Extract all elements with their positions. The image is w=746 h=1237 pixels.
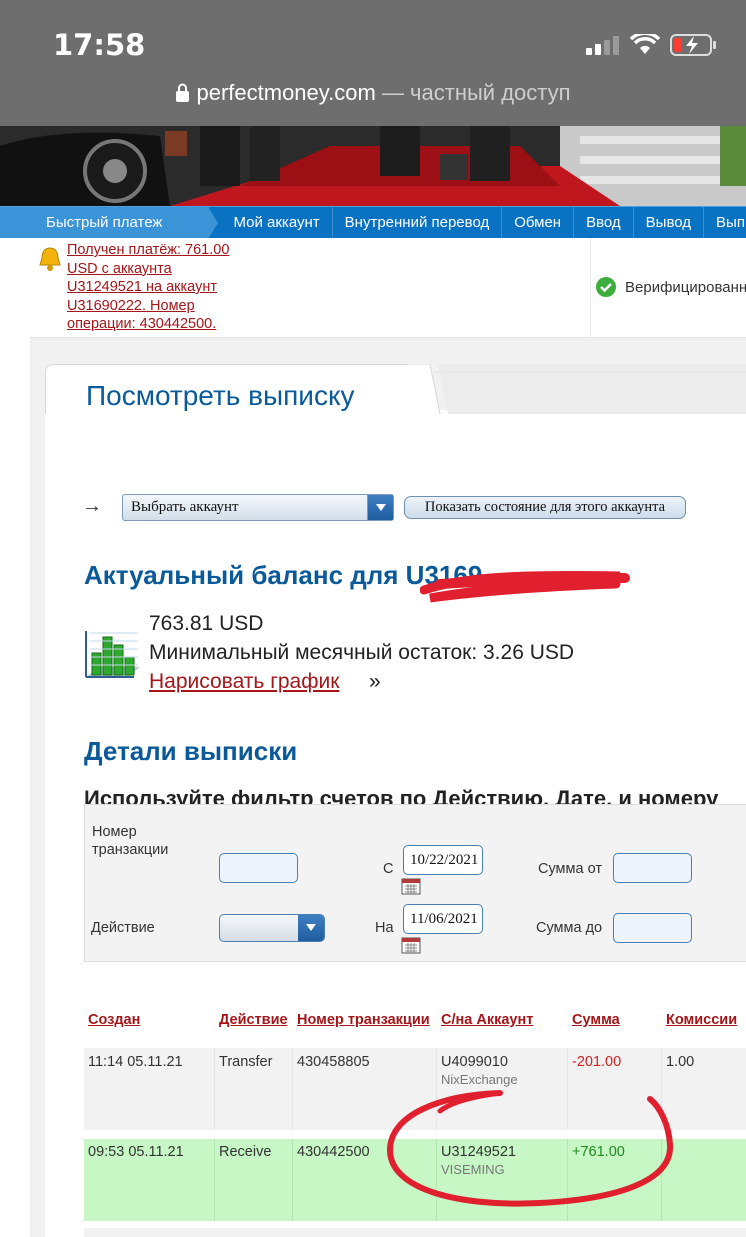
show-account-state-button[interactable]: Показать состояние для этого аккаунта bbox=[404, 496, 686, 519]
statement-details-title: Детали выписки bbox=[84, 736, 298, 766]
address-bar[interactable]: perfectmoney.com — частный доступ bbox=[0, 80, 746, 106]
row-created: 11:14 05.11.21 bbox=[88, 1054, 183, 1070]
table-row bbox=[84, 1228, 746, 1237]
row-tx-number: 430442500 bbox=[297, 1144, 370, 1160]
column-divider bbox=[214, 1048, 215, 1130]
draw-chart-link[interactable]: Нарисовать график bbox=[149, 670, 339, 694]
column-header-tx-number[interactable]: Номер транзакции bbox=[297, 1012, 430, 1028]
calendar-icon[interactable] bbox=[401, 877, 421, 895]
date-to-input[interactable]: 11/06/2021 bbox=[403, 904, 483, 934]
amount-from-label: Сумма от bbox=[538, 861, 602, 877]
menu-item-my-account[interactable]: Мой аккаунт bbox=[209, 207, 333, 238]
address-domain: perfectmoney.com bbox=[196, 80, 376, 105]
menu-item-quick-payment[interactable]: Быстрый платеж bbox=[0, 207, 219, 238]
action-select[interactable] bbox=[219, 914, 325, 942]
date-from-label: С bbox=[383, 861, 394, 877]
column-divider bbox=[214, 1139, 215, 1221]
chevron-down-icon bbox=[367, 495, 393, 520]
row-amount: -201.00 bbox=[572, 1054, 622, 1070]
row-tx-number: 430458805 bbox=[297, 1054, 370, 1070]
action-label: Действие bbox=[91, 920, 155, 936]
tab-slant-decoration bbox=[408, 364, 746, 414]
header-banner bbox=[0, 126, 746, 206]
redaction-scribble bbox=[420, 571, 630, 603]
bar-chart-icon bbox=[85, 631, 140, 678]
amount-from-input[interactable] bbox=[613, 853, 692, 883]
banner-image bbox=[0, 126, 746, 206]
row-created: 09:53 05.11.21 bbox=[88, 1144, 184, 1160]
address-suffix: — частный доступ bbox=[375, 80, 571, 105]
page-title: Посмотреть выписку bbox=[86, 380, 355, 411]
menu-item-withdraw[interactable]: Вывод bbox=[634, 207, 705, 238]
column-header-action[interactable]: Действие bbox=[219, 1012, 288, 1028]
tx-number-label: Номер транзакции bbox=[92, 824, 169, 858]
notification-area: Получен платёж: 761.00 USD с аккаунта U3… bbox=[30, 238, 746, 338]
bell-icon bbox=[39, 247, 61, 271]
date-from-input[interactable]: 10/22/2021 bbox=[403, 845, 483, 875]
divider bbox=[590, 238, 591, 338]
payment-received-link[interactable]: Получен платёж: 761.00 USD с аккаунта U3… bbox=[67, 241, 247, 334]
arrow-right-icon: → bbox=[82, 495, 102, 517]
row-account: U4099010 bbox=[441, 1054, 508, 1070]
menu-item-statement[interactable]: Выписка bbox=[704, 207, 746, 238]
menu-item-internal-transfer[interactable]: Внутренний перевод bbox=[333, 207, 503, 238]
hand-drawn-circle-annotation bbox=[386, 1090, 674, 1207]
minimum-monthly-balance: Минимальный месячный остаток: 3.26 USD bbox=[149, 641, 575, 664]
column-header-account[interactable]: С/на Аккаунт bbox=[441, 1012, 533, 1028]
account-select[interactable]: Выбрать аккаунт bbox=[122, 494, 394, 521]
battery-charging-icon bbox=[670, 34, 716, 56]
date-to-label: На bbox=[375, 920, 394, 936]
chevron-down-icon bbox=[298, 915, 324, 941]
amount-to-label: Сумма до bbox=[536, 920, 603, 936]
status-time: 17:58 bbox=[53, 28, 146, 62]
check-circle-icon bbox=[596, 277, 616, 297]
balance-amount: 763.81 USD bbox=[149, 612, 264, 635]
lock-icon bbox=[176, 83, 190, 102]
column-divider bbox=[292, 1048, 293, 1130]
draw-chart-arrow: » bbox=[369, 670, 381, 693]
cellular-signal-icon bbox=[586, 36, 619, 55]
tx-number-input[interactable] bbox=[219, 853, 298, 883]
status-icons bbox=[586, 33, 718, 57]
menu-item-deposit[interactable]: Ввод bbox=[574, 207, 634, 238]
row-action: Receive bbox=[219, 1144, 272, 1160]
amount-to-input[interactable] bbox=[613, 913, 692, 943]
column-header-fees[interactable]: Комиссии bbox=[666, 1012, 737, 1028]
account-select-value: Выбрать аккаунт bbox=[131, 499, 239, 515]
verified-label: Верифицированный bbox=[625, 278, 746, 296]
column-header-amount[interactable]: Сумма bbox=[572, 1012, 620, 1028]
row-fee: 1.00 bbox=[666, 1054, 695, 1070]
row-action: Transfer bbox=[219, 1054, 273, 1070]
menu-item-exchange[interactable]: Обмен bbox=[502, 207, 575, 238]
column-divider bbox=[292, 1139, 293, 1221]
calendar-icon[interactable] bbox=[401, 936, 421, 954]
verified-status: Верифицированный bbox=[595, 276, 746, 298]
column-header-created[interactable]: Создан bbox=[88, 1012, 140, 1028]
main-menu: Быстрый платеж Мой аккаунт Внутренний пе… bbox=[0, 206, 746, 238]
wifi-icon bbox=[630, 34, 660, 54]
browser-top-bar: 17:58 perfectmoney.com — частный доступ bbox=[0, 0, 746, 126]
